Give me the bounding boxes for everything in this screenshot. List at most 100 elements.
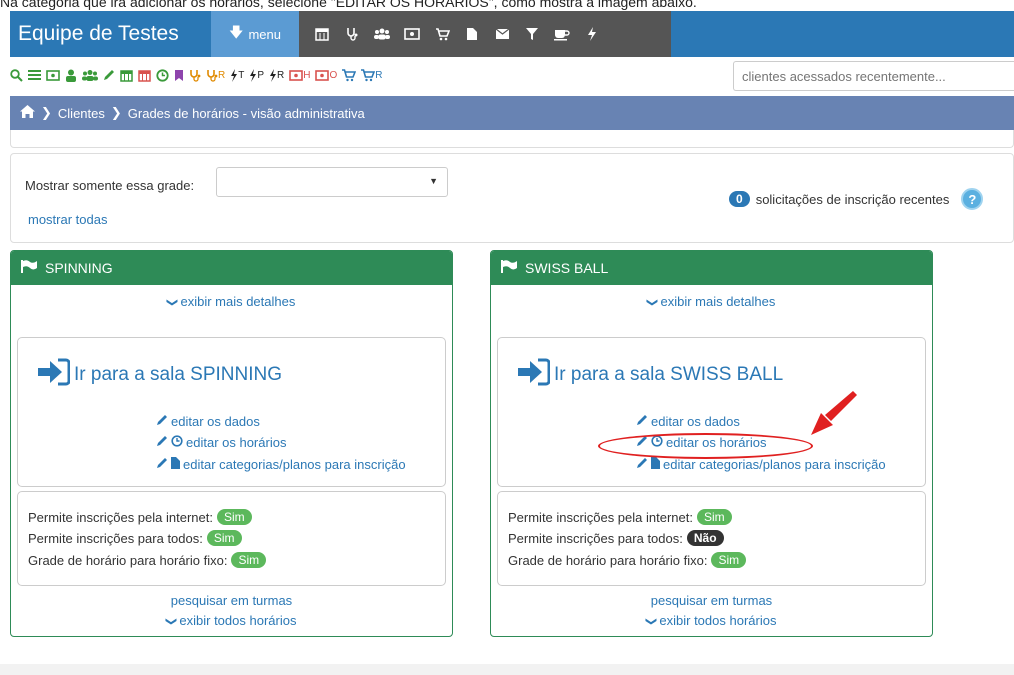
user-icon[interactable] <box>65 69 77 82</box>
go-to-room-link[interactable]: Ir para a sala SPINNING <box>36 358 282 392</box>
chevron-right-icon: ❯ <box>110 105 122 120</box>
panel-header: SWISS BALL <box>491 251 932 285</box>
status-badge: Sim <box>231 552 267 568</box>
calendar-icon[interactable] <box>307 27 337 41</box>
quick-access-bar: R T P R H O R <box>10 63 720 87</box>
recent-clients-input[interactable] <box>733 61 1014 91</box>
list-icon[interactable] <box>28 69 41 81</box>
status-badge: Sim <box>711 552 747 568</box>
file-icon <box>651 457 660 472</box>
filter-panel: Mostrar somente essa grade: ▼ mostrar to… <box>10 153 1014 243</box>
chevron-down-icon: ❯ <box>164 616 177 627</box>
filter-icon[interactable] <box>517 27 547 41</box>
stethoscope-icon[interactable] <box>337 27 367 41</box>
clock-icon[interactable] <box>156 68 169 82</box>
edit-data-link[interactable]: editar os dados <box>636 414 740 429</box>
search-classes-link[interactable]: pesquisar em turmas <box>491 593 932 608</box>
coffee-icon[interactable] <box>547 27 577 41</box>
panel-title: SPINNING <box>45 260 113 276</box>
cart-icon[interactable] <box>342 68 357 82</box>
calendar-red-icon[interactable] <box>138 69 151 82</box>
caret-down-icon: ▼ <box>429 176 438 186</box>
fixed-setting: Grade de horário para horário fixo: Sim <box>508 552 747 568</box>
search-classes-link[interactable]: pesquisar em turmas <box>11 593 452 608</box>
bolt-icon[interactable] <box>577 27 607 41</box>
cart-icon[interactable] <box>427 27 457 41</box>
bolt-p-icon[interactable]: P <box>249 68 264 82</box>
arrow-down-icon: 🡇 <box>229 24 244 40</box>
bookmark-icon[interactable] <box>174 69 184 82</box>
file-icon[interactable] <box>457 27 487 41</box>
clock-icon <box>171 435 183 450</box>
more-details-link[interactable]: ❯ exibir mais detalhes <box>491 294 932 309</box>
pencil-icon[interactable] <box>103 69 115 81</box>
tutorial-caption: Na categoria que irá adicionar os horári… <box>0 0 697 10</box>
more-details-link[interactable]: ❯ exibir mais detalhes <box>11 294 452 309</box>
show-all-link[interactable]: mostrar todas <box>28 212 107 227</box>
brand-title[interactable]: Equipe de Testes <box>18 22 179 46</box>
money-icon[interactable] <box>397 28 427 40</box>
room-box: Ir para a sala SPINNING editar os dados … <box>17 337 446 487</box>
status-badge: Sim <box>216 509 252 525</box>
breadcrumb-schedules[interactable]: Grades de horários - visão administrativ… <box>128 106 365 121</box>
group-icon[interactable] <box>367 27 397 41</box>
chevron-right-icon: ❯ <box>41 105 52 120</box>
panel-title: SWISS BALL <box>525 260 609 276</box>
internet-setting: Permite inscrições pela internet: Sim <box>28 509 252 525</box>
show-all-times-link[interactable]: ❯ exibir todos horários <box>491 613 932 628</box>
money-icon[interactable] <box>46 69 60 81</box>
chevron-down-icon: ❯ <box>644 616 657 627</box>
breadcrumb-clients[interactable]: Clientes <box>58 106 105 121</box>
all-setting: Permite inscrições para todos: Sim <box>28 530 242 546</box>
requests-text: solicitações de inscrição recentes <box>755 191 950 207</box>
fixed-setting: Grade de horário para horário fixo: Sim <box>28 552 267 568</box>
edit-data-link[interactable]: editar os dados <box>156 414 260 429</box>
bolt-t-icon[interactable]: T <box>230 68 244 82</box>
help-icon[interactable]: ? <box>961 188 984 210</box>
edit-schedule-link[interactable]: editar os horários <box>156 435 286 450</box>
status-badge: Não <box>686 530 724 546</box>
all-setting: Permite inscrições para todos: Não <box>508 530 724 546</box>
group-icon[interactable] <box>82 69 98 82</box>
flag-icon <box>501 260 517 276</box>
settings-box: Permite inscrições pela internet: Sim Pe… <box>17 491 446 586</box>
top-toolbar <box>299 11 671 57</box>
panel-header: SPINNING <box>11 251 452 285</box>
sign-in-icon <box>516 358 551 392</box>
bolt-r-icon[interactable]: R <box>269 68 284 82</box>
pencil-icon <box>156 414 168 429</box>
file-icon <box>171 457 180 472</box>
internet-setting: Permite inscrições pela internet: Sim <box>508 509 732 525</box>
room-box: Ir para a sala SWISS BALL editar os dado… <box>497 337 926 487</box>
envelope-icon[interactable] <box>487 28 517 40</box>
stethoscope-icon[interactable] <box>189 69 201 82</box>
stethoscope-r-icon[interactable]: R <box>206 69 225 82</box>
pencil-icon <box>156 457 168 472</box>
home-icon[interactable] <box>20 105 35 121</box>
annotation-highlight-oval <box>598 433 813 459</box>
search-icon[interactable] <box>10 68 23 82</box>
edit-categories-link[interactable]: editar categorias/planos para inscrição <box>156 457 406 472</box>
menu-label: menu <box>248 26 281 42</box>
breadcrumb-underpanel <box>10 130 1014 148</box>
edit-categories-link[interactable]: editar categorias/planos para inscrição <box>636 457 886 472</box>
status-badge: Sim <box>206 530 242 546</box>
settings-box: Permite inscrições pela internet: Sim Pe… <box>497 491 926 586</box>
pencil-icon <box>636 414 648 429</box>
go-to-room-link[interactable]: Ir para a sala SWISS BALL <box>516 358 783 392</box>
money-o-icon[interactable]: O <box>315 70 337 81</box>
sign-in-icon <box>36 358 71 392</box>
pencil-icon <box>156 435 168 450</box>
cart-r-icon[interactable]: R <box>361 68 383 82</box>
schedule-select[interactable]: ▼ <box>216 167 448 197</box>
filter-label: Mostrar somente essa grade: <box>25 178 195 193</box>
flag-icon <box>21 260 37 276</box>
money-h-icon[interactable]: H <box>289 70 310 81</box>
requests-count-badge[interactable]: 0 <box>729 191 750 207</box>
top-navbar: Equipe de Testes 🡇 menu <box>10 11 1014 57</box>
annotation-arrow-icon <box>811 391 857 435</box>
panel-spinning: SPINNING ❯ exibir mais detalhes Ir para … <box>10 250 453 637</box>
menu-button[interactable]: 🡇 menu <box>211 11 299 57</box>
calendar-icon[interactable] <box>120 69 133 82</box>
show-all-times-link[interactable]: ❯ exibir todos horários <box>11 613 452 628</box>
